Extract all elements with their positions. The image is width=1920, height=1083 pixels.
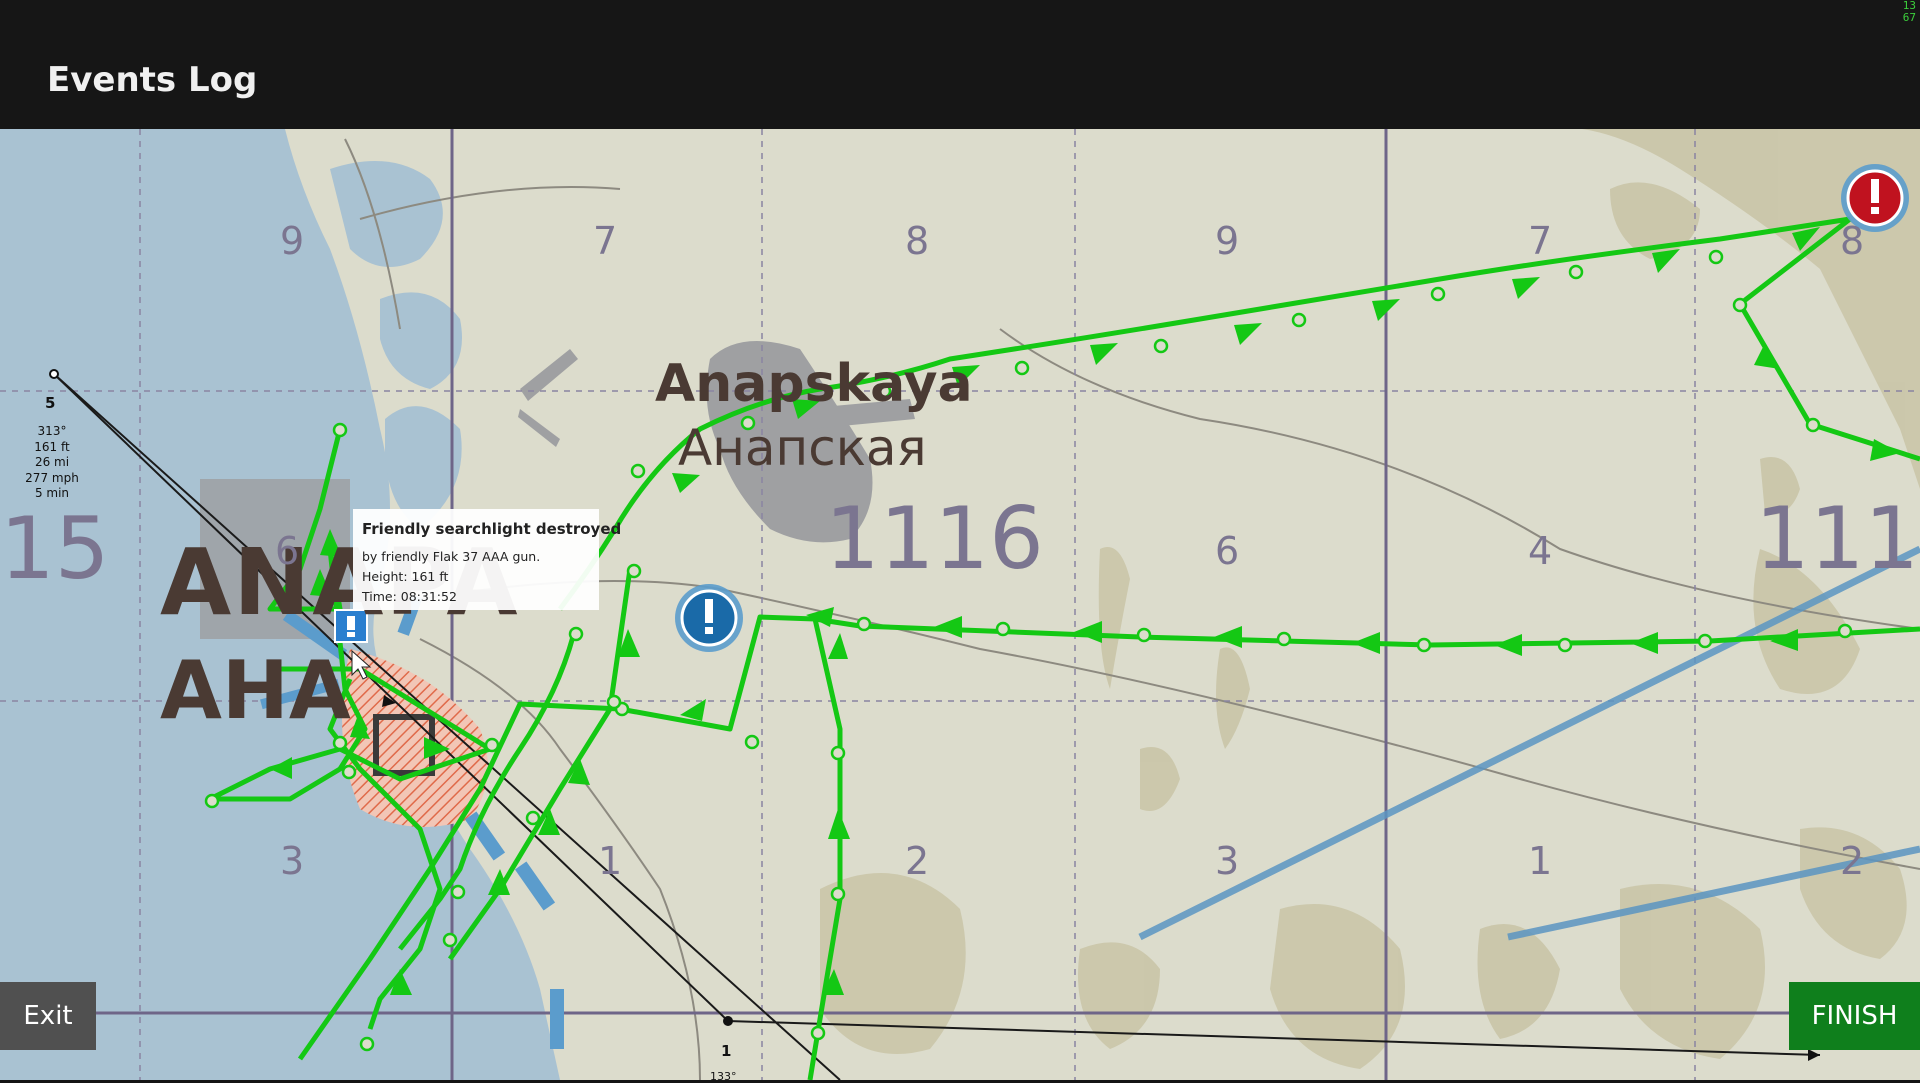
path-arrow [1808,1049,1820,1061]
grid-key-label: 8 [905,219,930,263]
lagoon [380,292,462,389]
waypoint-5 [49,369,59,379]
waypoint-heading: 133° [710,1070,737,1083]
counter-line: 67 [1902,11,1916,24]
city-label-ru: Анапская [678,419,927,477]
grid-key-label: 9 [1215,219,1240,263]
waypoint-1 [723,1016,733,1026]
events-map[interactable]: Anapskaya Анапская ANAPA АНА 15 1116 111… [0,129,1920,1080]
grid-key-label: 9 [280,219,305,263]
waypoint-stats: 313° 161 ft 26 mi 277 mph 5 min [24,424,80,502]
tooltip-time: Time: 08:31:52 [362,589,457,604]
tooltip-title: Friendly searchlight destroyed [362,520,622,538]
corner-counter: 13 67 [1903,0,1916,24]
grid-square-label: 1116 [825,489,1044,589]
grid-key-label: 2 [905,839,930,883]
grid-key-label: 3 [1215,839,1240,883]
finish-button[interactable]: FINISH [1789,982,1920,1050]
grid-key-label: 8 [1840,219,1865,263]
grid-key-label: 1 [1528,839,1553,883]
lagoon [330,161,443,267]
event-tooltip: Friendly searchlight destroyed by friend… [353,509,621,610]
waypoint-number: 1 [721,1042,732,1060]
waypoint-time: 5 min [34,486,70,500]
grid-key-label: 6 [275,529,300,573]
top-bar: Events Log 13 67 [0,0,1920,129]
friendly-event-marker [675,584,743,652]
grid-key-label: 1 [598,839,623,883]
exit-button[interactable]: Exit [0,982,96,1050]
grid-key-label: 4 [1528,529,1553,573]
waypoint-distance: 26 mi [34,455,70,469]
town-label-ru: АНА [160,644,351,737]
grid-key-label: 6 [1215,529,1240,573]
city-label-en: Anapskaya [655,354,973,414]
vegetation [820,129,1920,1069]
page-title: Events Log [47,60,258,100]
tooltip-source: by friendly Flak 37 AAA gun. [362,549,541,564]
waypoint-heading: 313° [37,424,67,438]
grid-square-label: 15 [0,499,110,599]
waypoint-number: 5 [45,394,56,412]
grid-square-label: 111 [1755,489,1920,589]
grid-key-label: 7 [1528,219,1553,263]
waypoint-height: 161 ft [34,439,70,454]
grid-key-label: 2 [1840,839,1865,883]
grid-key-label: 7 [593,219,618,263]
grid-key-label: 3 [280,839,305,883]
tooltip-height: Height: 161 ft [362,569,449,584]
waypoint-speed: 277 mph [25,470,79,485]
